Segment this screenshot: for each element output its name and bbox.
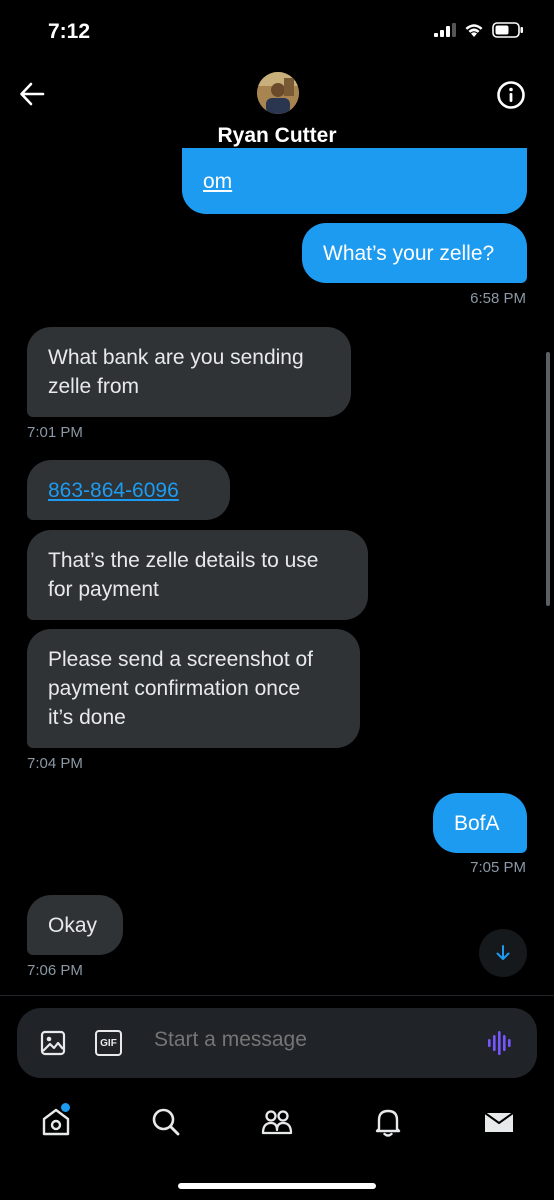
message-bubble-incoming[interactable]: 863-864-6096: [27, 460, 230, 520]
nav-search[interactable]: [150, 1106, 182, 1138]
message-text-line: payment confirmation once: [48, 677, 301, 700]
message-text: Okay: [48, 913, 98, 937]
message-bubble-incoming[interactable]: Okay: [27, 895, 123, 955]
message-link[interactable]: om: [203, 167, 232, 196]
back-button[interactable]: [18, 80, 46, 108]
avatar-image: [257, 72, 299, 114]
nav-notifications[interactable]: [372, 1106, 404, 1138]
message-bubble-incoming[interactable]: What bank are you sending zelle from: [27, 327, 351, 417]
message-bubble-outgoing[interactable]: What’s your zelle?: [302, 223, 527, 283]
message-text-line: zelle from: [48, 375, 140, 398]
message-bubble-incoming[interactable]: Please send a screenshot of payment conf…: [27, 629, 360, 748]
wifi-icon: [465, 23, 483, 37]
message-timestamp: 7:05 PM: [470, 859, 526, 876]
gif-icon: GIF: [100, 1037, 117, 1049]
scrollbar[interactable]: [546, 352, 550, 606]
message-timestamp: 7:04 PM: [27, 755, 83, 772]
gif-button[interactable]: GIF: [95, 1030, 122, 1056]
status-icons: [434, 22, 524, 38]
notifications-icon: [375, 1109, 401, 1137]
message-bubble-outgoing[interactable]: om: [182, 148, 527, 214]
nav-messages[interactable]: [483, 1106, 515, 1138]
avatar[interactable]: [257, 72, 299, 114]
message-text: BofA: [454, 811, 500, 835]
message-bubble-incoming[interactable]: That’s the zelle details to use for paym…: [27, 530, 368, 620]
message-text-line: That’s the zelle details to use: [48, 549, 319, 572]
message-text-line: What bank are you sending: [48, 346, 304, 369]
back-arrow-icon: [20, 82, 45, 106]
communities-icon: [261, 1110, 293, 1135]
cellular-signal-icon: [434, 23, 456, 37]
conversation-title[interactable]: Ryan Cutter: [0, 124, 554, 148]
message-text-line: it’s done: [48, 706, 126, 729]
message-timestamp: 6:58 PM: [470, 290, 526, 307]
home-indicator: [178, 1183, 376, 1189]
status-time: 7:12: [48, 20, 91, 43]
info-icon: [497, 81, 525, 109]
message-timestamp: 7:06 PM: [27, 962, 83, 979]
message-timestamp: 7:01 PM: [27, 424, 83, 441]
message-input[interactable]: [154, 1028, 454, 1052]
message-text: What’s your zelle?: [323, 241, 495, 265]
image-icon: [40, 1030, 66, 1056]
scroll-down-icon: [496, 945, 510, 960]
phone-link[interactable]: 863-864-6096: [48, 476, 179, 505]
battery-icon: [492, 22, 523, 38]
nav-home[interactable]: [40, 1102, 72, 1138]
voice-button[interactable]: [487, 1030, 513, 1056]
search-icon: [152, 1108, 180, 1136]
voice-icon: [488, 1031, 511, 1055]
notification-dot: [60, 1102, 71, 1113]
messages-icon: [484, 1112, 514, 1132]
info-button[interactable]: [496, 80, 526, 110]
message-text-line: for payment: [48, 578, 159, 601]
message-text-line: Please send a screenshot of: [48, 648, 314, 671]
message-composer[interactable]: GIF: [17, 1008, 537, 1078]
divider: [0, 995, 554, 996]
message-bubble-outgoing[interactable]: BofA: [433, 793, 527, 853]
nav-communities[interactable]: [260, 1106, 294, 1138]
image-button[interactable]: [40, 1030, 66, 1056]
scroll-to-bottom-button[interactable]: [479, 929, 527, 977]
